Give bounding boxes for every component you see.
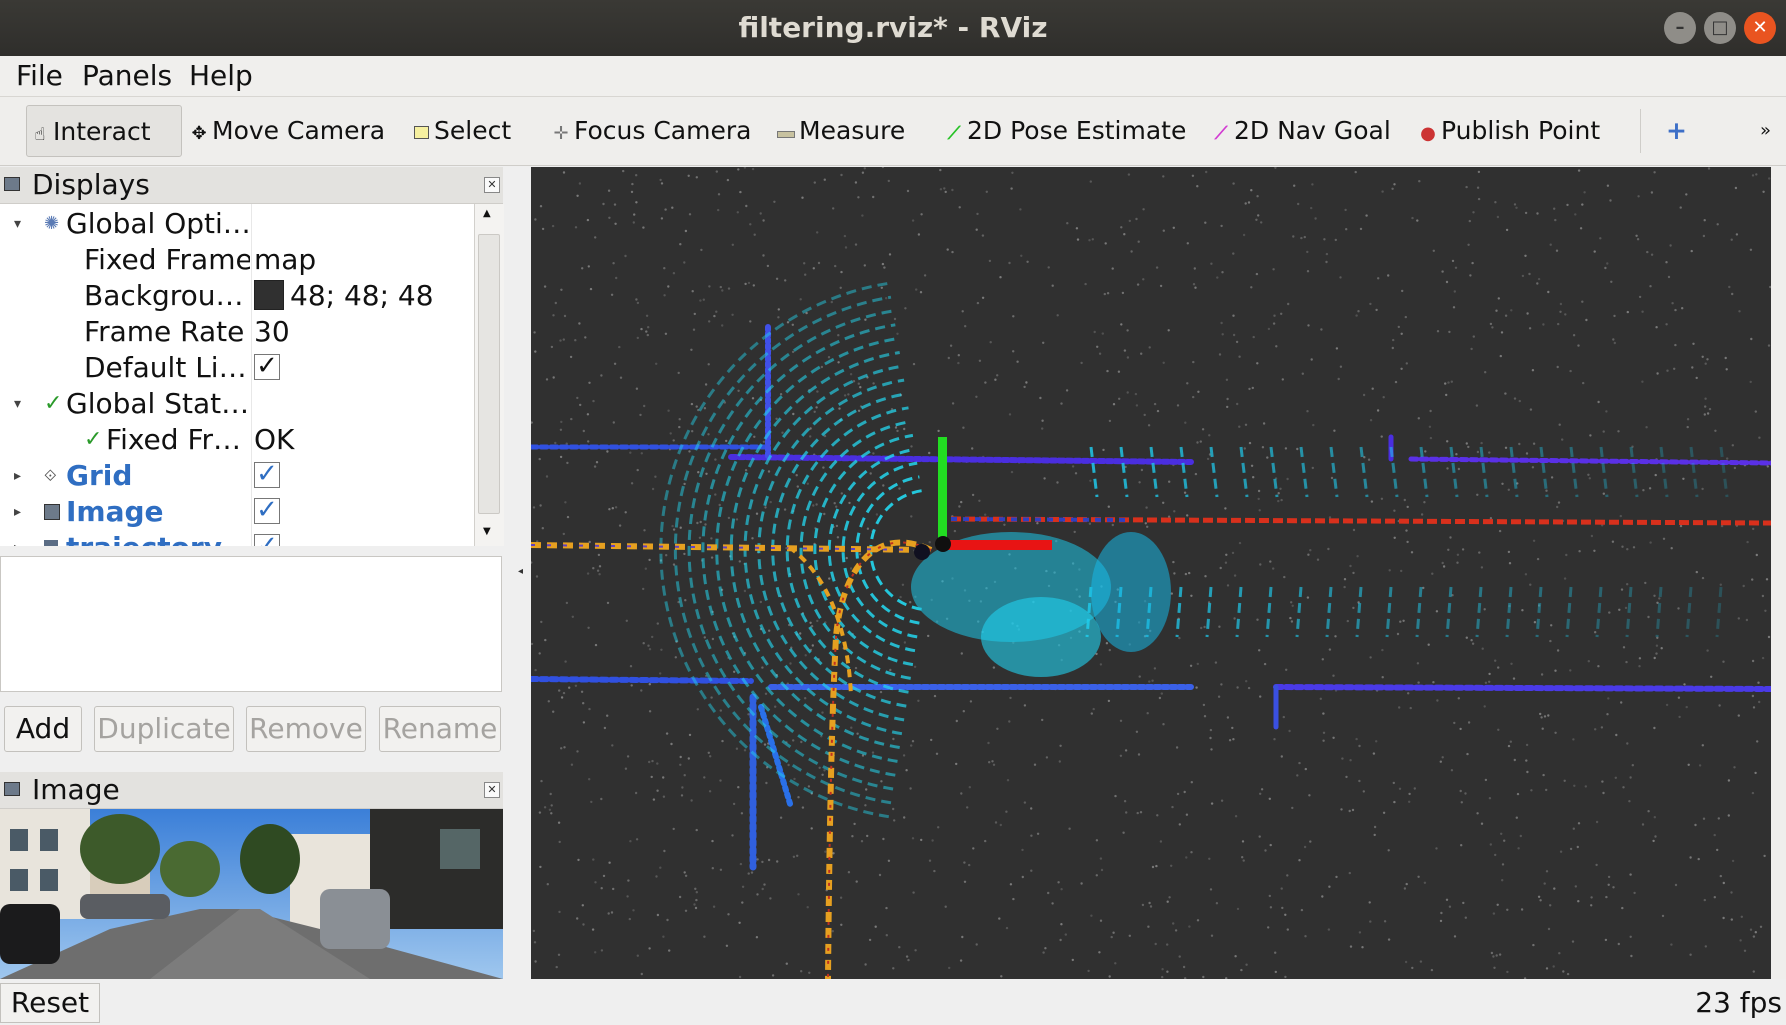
background-color-value[interactable]: 48; 48; 48 (254, 278, 434, 314)
image-panel-title: Image (32, 773, 120, 806)
maximize-icon[interactable]: □ (1704, 12, 1736, 44)
image-checkbox[interactable]: ✓ (254, 497, 280, 524)
rename-button[interactable]: Rename (379, 706, 501, 752)
minimize-icon[interactable]: – (1664, 12, 1696, 44)
ok-check-icon: ✓ (84, 427, 103, 452)
frame-rate-value[interactable]: 30 (254, 314, 290, 350)
reset-button[interactable]: Reset (0, 983, 100, 1023)
image-icon (44, 504, 60, 520)
color-swatch[interactable] (254, 280, 284, 310)
green-arrow-icon: ⟋ (947, 123, 961, 144)
tool-interact[interactable]: ☝ Interact (26, 105, 182, 157)
view-edge (1771, 167, 1786, 979)
menu-file[interactable]: File (16, 58, 63, 94)
image-close-icon[interactable]: ✕ (484, 782, 500, 798)
focus-icon: ✛ (553, 123, 569, 144)
title-bar: filtering.rviz* - RViz – □ ✕ (0, 0, 1786, 56)
displays-scrollbar[interactable]: ▲ ▼ (474, 204, 504, 546)
tree-row-default-light[interactable]: Default Li… ✓ (0, 350, 474, 386)
tree-row-fixed-frame[interactable]: Fixed Frame map (0, 242, 474, 278)
window-title: filtering.rviz* - RViz (738, 11, 1048, 44)
tree-row-image[interactable]: ▸ Image ✓ (0, 494, 474, 530)
scroll-up-icon[interactable]: ▲ (483, 208, 491, 219)
tree-row-global-options[interactable]: ▾ ✺ Global Opti… (0, 206, 474, 242)
collapse-arrow-icon[interactable]: ▸ (14, 494, 21, 530)
tree-row-background[interactable]: Backgrou… 48; 48; 48 (0, 278, 474, 314)
select-icon (412, 108, 430, 160)
tree-row-fixed-frame-status[interactable]: ✓ Fixed Fr… OK (0, 422, 474, 458)
property-description-box (0, 556, 502, 692)
displays-close-icon[interactable]: ✕ (484, 177, 500, 193)
menu-bar: File Panels Help (0, 56, 1786, 97)
move-icon: ✥ (191, 123, 207, 144)
toolbar-separator (1640, 109, 1641, 153)
tree-row-grid[interactable]: ▸ ⟐ Grid ✓ (0, 458, 474, 494)
collapse-arrow-icon[interactable]: ▸ (14, 530, 21, 546)
displays-tree: ▾ ✺ Global Opti… Fixed Frame map Backgro… (0, 204, 474, 546)
scroll-down-icon[interactable]: ▼ (483, 526, 491, 537)
tool-focus-camera[interactable]: ✛ Focus Camera (552, 105, 751, 157)
tool-2d-nav-goal[interactable]: ⟋ 2D Nav Goal (1212, 105, 1391, 157)
pink-arrow-icon: ⟋ (1214, 123, 1228, 144)
tree-row-global-status[interactable]: ▾ ✓ Global Stat… (0, 386, 474, 422)
add-button[interactable]: Add (4, 706, 82, 752)
add-tool-button[interactable]: + (1666, 105, 1687, 157)
collapse-arrow-icon[interactable]: ▸ (14, 458, 21, 494)
tree-row-trajectory[interactable]: ▸ trajectory ✓ (0, 530, 474, 546)
displays-panel-header: Displays ✕ (0, 167, 503, 204)
gear-icon: ✺ (44, 213, 60, 234)
trajectory-checkbox[interactable]: ✓ (254, 533, 280, 546)
remove-button[interactable]: Remove (246, 706, 366, 752)
pin-icon: ● (1420, 123, 1436, 144)
ok-check-icon: ✓ (44, 391, 63, 416)
folder-icon (44, 540, 58, 546)
image-panel-header: Image ✕ (0, 772, 503, 809)
tool-2d-pose-estimate[interactable]: ⟋ 2D Pose Estimate (945, 105, 1187, 157)
fps-readout: 23 fps (1695, 986, 1782, 1019)
cyan-ground-blob (911, 532, 1171, 677)
tool-move-camera[interactable]: ✥ Move Camera (190, 105, 385, 157)
tool-select[interactable]: Select (412, 105, 511, 157)
scroll-thumb[interactable] (478, 234, 500, 514)
fixed-frame-value[interactable]: map (254, 242, 316, 278)
toolbar-overflow-button[interactable]: » (1760, 105, 1771, 157)
column-separator (251, 204, 252, 546)
fixed-frame-status-value: OK (254, 423, 295, 456)
camera-image (0, 809, 503, 979)
image-panel-icon (4, 782, 20, 796)
expand-arrow-icon[interactable]: ▾ (14, 386, 21, 422)
grid-icon: ⟐ (44, 466, 57, 485)
close-icon[interactable]: ✕ (1744, 12, 1776, 44)
monitor-icon (4, 177, 20, 191)
menu-help[interactable]: Help (189, 58, 253, 94)
menu-panels[interactable]: Panels (82, 58, 172, 94)
splitter-handle-left[interactable]: ◂ (518, 566, 523, 577)
displays-panel-title: Displays (32, 168, 150, 201)
tool-measure[interactable]: Measure (777, 105, 905, 157)
duplicate-button[interactable]: Duplicate (94, 706, 234, 752)
hand-icon: ☝ (34, 124, 46, 145)
tree-row-frame-rate[interactable]: Frame Rate 30 (0, 314, 474, 350)
ruler-icon (777, 108, 795, 160)
tool-publish-point[interactable]: ● Publish Point (1419, 105, 1600, 157)
default-light-checkbox[interactable]: ✓ (254, 353, 280, 380)
expand-arrow-icon[interactable]: ▾ (14, 206, 21, 242)
grid-checkbox[interactable]: ✓ (254, 461, 280, 488)
point-cloud-visualization (531, 167, 1771, 979)
3d-render-view[interactable] (531, 167, 1771, 979)
toolbar: ☝ Interact ✥ Move Camera Select ✛ Focus Cam… (0, 97, 1786, 166)
